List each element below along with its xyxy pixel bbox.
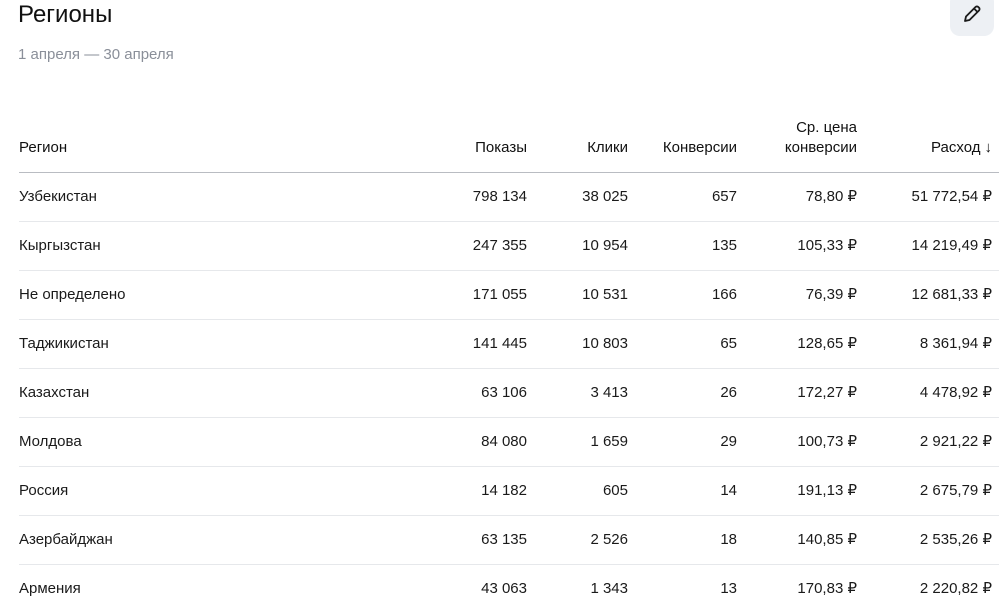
cell-spend: 51 772,54 ₽ bbox=[857, 172, 999, 222]
cell-avg-price: 172,27 ₽ bbox=[737, 368, 857, 418]
table-header-row: Регион Показы Клики Конверсии Ср. цена к… bbox=[19, 114, 999, 173]
table-row: Россия 14 182 605 14 191,13 ₽2 675,79 ₽ bbox=[19, 466, 999, 516]
date-range: 1 апреля — 30 апреля bbox=[18, 46, 174, 63]
cell-spend: 2 675,79 ₽ bbox=[857, 466, 999, 516]
column-header-clicks[interactable]: Клики bbox=[527, 114, 628, 173]
page-title: Регионы bbox=[18, 1, 113, 28]
pencil-icon bbox=[961, 3, 983, 25]
table-row: Таджикистан 141 445 10 803 65 128,65 ₽8 361,… bbox=[19, 319, 999, 369]
cell-region: Таджикистан bbox=[19, 319, 399, 369]
cell-clicks: 1 659 bbox=[527, 417, 628, 467]
column-header-spend[interactable]: Расход ↓ bbox=[857, 114, 999, 173]
cell-shows: 63 106 bbox=[399, 368, 527, 418]
cell-clicks: 2 526 bbox=[527, 515, 628, 565]
cell-region: Узбекистан bbox=[19, 172, 399, 222]
cell-avg-price: 128,65 ₽ bbox=[737, 319, 857, 369]
cell-shows: 171 055 bbox=[399, 270, 527, 320]
cell-shows: 798 134 bbox=[399, 172, 527, 222]
cell-avg-price: 105,33 ₽ bbox=[737, 221, 857, 271]
column-header-conversions[interactable]: Конверсии bbox=[628, 114, 737, 173]
cell-clicks: 1 343 bbox=[527, 564, 628, 613]
cell-clicks: 38 025 bbox=[527, 172, 628, 222]
table-row: Азербайджан 63 135 2 526 18 140,85 ₽2 535,26… bbox=[19, 515, 999, 565]
table-row: Молдова 84 080 1 659 29 100,73 ₽2 921,22 ₽ bbox=[19, 417, 999, 467]
cell-region: Россия bbox=[19, 466, 399, 516]
cell-shows: 141 445 bbox=[399, 319, 527, 369]
column-header-shows[interactable]: Показы bbox=[399, 114, 527, 173]
sort-desc-icon: ↓ bbox=[984, 139, 993, 156]
table-row: Не определено 171 055 10 531 166 76,39 ₽12 6… bbox=[19, 270, 999, 320]
cell-region: Казахстан bbox=[19, 368, 399, 418]
cell-conversions: 14 bbox=[628, 466, 737, 516]
cell-clicks: 10 954 bbox=[527, 221, 628, 271]
cell-avg-price: 170,83 ₽ bbox=[737, 564, 857, 613]
table-row: Армения 43 063 1 343 13 170,83 ₽2 220,82 ₽ bbox=[19, 564, 999, 613]
cell-avg-price: 100,73 ₽ bbox=[737, 417, 857, 467]
cell-clicks: 605 bbox=[527, 466, 628, 516]
regions-table: Регион Показы Клики Конверсии Ср. цена к… bbox=[19, 114, 999, 613]
cell-shows: 14 182 bbox=[399, 466, 527, 516]
avg-price-label-line2: конверсии bbox=[784, 139, 857, 156]
cell-shows: 43 063 bbox=[399, 564, 527, 613]
cell-region: Армения bbox=[19, 564, 399, 613]
cell-region: Молдова bbox=[19, 417, 399, 467]
cell-conversions: 29 bbox=[628, 417, 737, 467]
cell-conversions: 13 bbox=[628, 564, 737, 613]
cell-region: Кыргызстан bbox=[19, 221, 399, 271]
cell-conversions: 135 bbox=[628, 221, 737, 271]
edit-button[interactable] bbox=[950, 0, 994, 36]
cell-avg-price: 78,80 ₽ bbox=[737, 172, 857, 222]
cell-clicks: 10 803 bbox=[527, 319, 628, 369]
spend-label: Расход bbox=[931, 139, 981, 156]
cell-spend: 2 535,26 ₽ bbox=[857, 515, 999, 565]
column-header-avg-price[interactable]: Ср. цена конверсии bbox=[737, 114, 857, 173]
regions-report: Регионы 1 апреля — 30 апреля Регион Пока… bbox=[0, 0, 999, 613]
cell-spend: 14 219,49 ₽ bbox=[857, 221, 999, 271]
table-row: Кыргызстан 247 355 10 954 135 105,33 ₽14 219… bbox=[19, 221, 999, 271]
table-body: Узбекистан 798 134 38 025 657 78,80 ₽51 772,… bbox=[19, 172, 999, 613]
cell-shows: 63 135 bbox=[399, 515, 527, 565]
cell-avg-price: 140,85 ₽ bbox=[737, 515, 857, 565]
cell-conversions: 657 bbox=[628, 172, 737, 222]
cell-conversions: 18 bbox=[628, 515, 737, 565]
column-header-region[interactable]: Регион bbox=[19, 114, 399, 173]
cell-conversions: 26 bbox=[628, 368, 737, 418]
cell-spend: 8 361,94 ₽ bbox=[857, 319, 999, 369]
cell-clicks: 3 413 bbox=[527, 368, 628, 418]
cell-shows: 247 355 bbox=[399, 221, 527, 271]
avg-price-label-line1: Ср. цена bbox=[796, 119, 857, 136]
cell-shows: 84 080 bbox=[399, 417, 527, 467]
table-row: Казахстан 63 106 3 413 26 172,27 ₽4 478,92 ₽ bbox=[19, 368, 999, 418]
cell-spend: 4 478,92 ₽ bbox=[857, 368, 999, 418]
table-row: Узбекистан 798 134 38 025 657 78,80 ₽51 772,… bbox=[19, 172, 999, 222]
cell-conversions: 166 bbox=[628, 270, 737, 320]
cell-region: Азербайджан bbox=[19, 515, 399, 565]
cell-avg-price: 76,39 ₽ bbox=[737, 270, 857, 320]
cell-spend: 12 681,33 ₽ bbox=[857, 270, 999, 320]
cell-avg-price: 191,13 ₽ bbox=[737, 466, 857, 516]
cell-region: Не определено bbox=[19, 270, 399, 320]
cell-clicks: 10 531 bbox=[527, 270, 628, 320]
cell-conversions: 65 bbox=[628, 319, 737, 369]
cell-spend: 2 921,22 ₽ bbox=[857, 417, 999, 467]
cell-spend: 2 220,82 ₽ bbox=[857, 564, 999, 613]
